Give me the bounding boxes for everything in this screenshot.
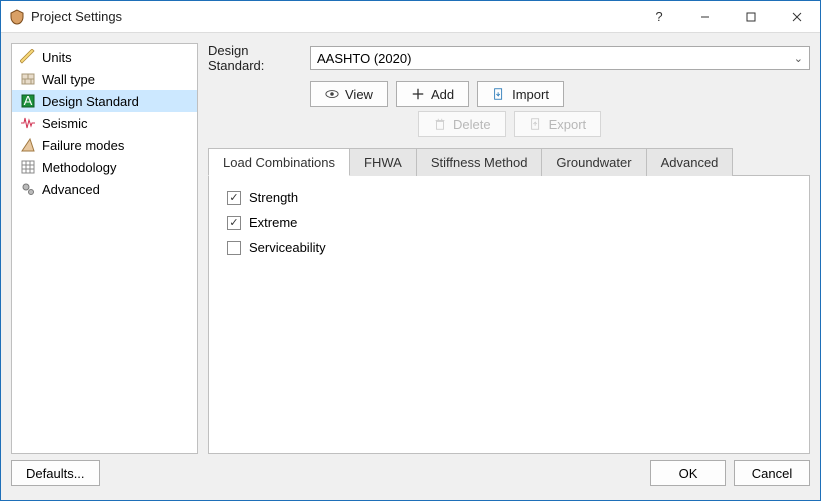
close-button[interactable] [774, 1, 820, 33]
export-icon [529, 117, 543, 131]
sidebar-item-label: Seismic [42, 116, 88, 131]
tabpanel-load-combinations: ✓ Strength ✓ Extreme Serviceability [208, 175, 810, 454]
sidebar-item-label: Design Standard [42, 94, 139, 109]
sidebar-item-design-standard[interactable]: A Design Standard [12, 90, 197, 112]
checkbox-serviceability[interactable] [227, 241, 241, 255]
sidebar-item-wall-type[interactable]: Wall type [12, 68, 197, 90]
checkbox-serviceability-label: Serviceability [249, 240, 326, 255]
main-panel: Design Standard: AASHTO (2020) ⌄ View [208, 43, 810, 454]
window-title: Project Settings [31, 9, 122, 24]
defaults-button[interactable]: Defaults... [11, 460, 100, 486]
checkbox-strength[interactable]: ✓ [227, 191, 241, 205]
sidebar-item-methodology[interactable]: Methodology [12, 156, 197, 178]
tabbar: Load Combinations FHWA Stiffness Method … [208, 147, 810, 175]
design-standard-value: AASHTO (2020) [317, 51, 411, 66]
ok-button[interactable]: OK [650, 460, 726, 486]
chevron-down-icon: ⌄ [794, 52, 803, 65]
checkbox-extreme-label: Extreme [249, 215, 297, 230]
delete-button: Delete [418, 111, 506, 137]
plus-icon [411, 87, 425, 101]
minimize-button[interactable] [682, 1, 728, 33]
wall-icon [20, 71, 36, 87]
tab-load-combinations[interactable]: Load Combinations [208, 148, 350, 176]
import-button[interactable]: Import [477, 81, 564, 107]
sidebar-item-advanced[interactable]: Advanced [12, 178, 197, 200]
cancel-button[interactable]: Cancel [734, 460, 810, 486]
footer: Defaults... OK Cancel [1, 454, 820, 500]
add-button[interactable]: Add [396, 81, 469, 107]
checkbox-extreme[interactable]: ✓ [227, 216, 241, 230]
maximize-button[interactable] [728, 1, 774, 33]
sidebar-item-seismic[interactable]: Seismic [12, 112, 197, 134]
standard-icon: A [20, 93, 36, 109]
failure-icon [20, 137, 36, 153]
grid-icon [20, 159, 36, 175]
seismic-icon [20, 115, 36, 131]
gear-icon [20, 181, 36, 197]
sidebar-item-label: Methodology [42, 160, 116, 175]
sidebar-item-units[interactable]: Units [12, 46, 197, 68]
design-standard-select[interactable]: AASHTO (2020) ⌄ [310, 46, 810, 70]
design-standard-label: Design Standard: [208, 43, 304, 73]
dialog-project-settings: Project Settings ? Units Wall typ [0, 0, 821, 501]
tab-advanced[interactable]: Advanced [646, 148, 734, 176]
svg-text:A: A [24, 93, 33, 108]
view-button[interactable]: View [310, 81, 388, 107]
tab-groundwater[interactable]: Groundwater [541, 148, 646, 176]
sidebar-item-label: Advanced [42, 182, 100, 197]
tab-stiffness-method[interactable]: Stiffness Method [416, 148, 543, 176]
trash-icon [433, 117, 447, 131]
eye-icon [325, 87, 339, 101]
tab-fhwa[interactable]: FHWA [349, 148, 417, 176]
export-button: Export [514, 111, 602, 137]
sidebar-item-label: Wall type [42, 72, 95, 87]
help-button[interactable]: ? [636, 1, 682, 33]
ruler-icon [20, 49, 36, 65]
import-icon [492, 87, 506, 101]
sidebar-item-label: Units [42, 50, 72, 65]
sidebar-item-label: Failure modes [42, 138, 124, 153]
titlebar: Project Settings ? [1, 1, 820, 33]
checkbox-strength-label: Strength [249, 190, 298, 205]
sidebar: Units Wall type A Design Standard Seismi… [11, 43, 198, 454]
sidebar-item-failure-modes[interactable]: Failure modes [12, 134, 197, 156]
app-icon [9, 9, 25, 25]
